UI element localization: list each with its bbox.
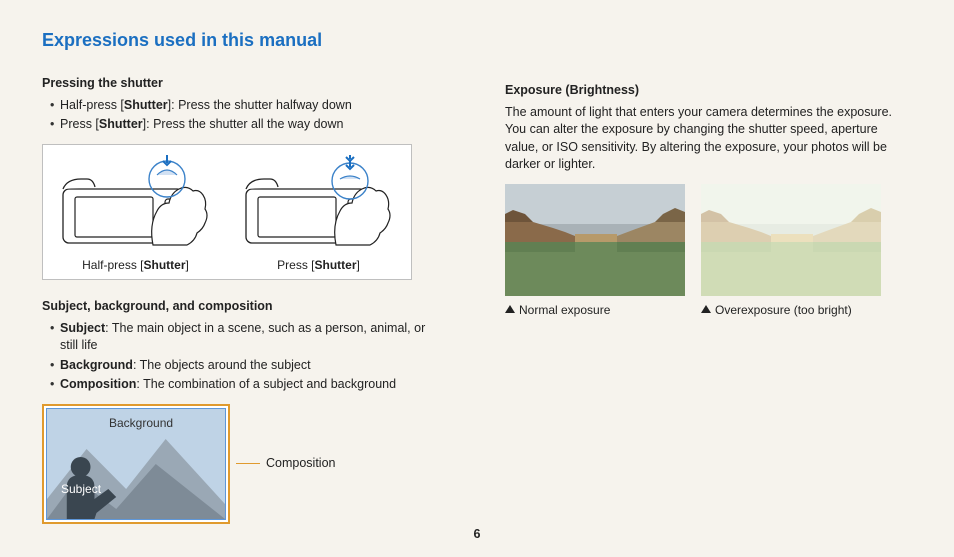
shutter-diagram-frame: Half-press [Shutter] [42, 144, 412, 281]
triangle-up-icon [701, 305, 711, 313]
exposure-paragraph: The amount of light that enters your cam… [505, 104, 908, 174]
subject-label: Subject [61, 481, 101, 498]
camera-full-press-icon [240, 155, 398, 251]
river-photo-over-icon [701, 184, 881, 296]
composition-pointer-line [236, 463, 260, 464]
overexposure-item: Overexposure (too bright) [701, 184, 881, 319]
normal-exposure-photo [505, 184, 685, 296]
shutter-heading: Pressing the shutter [42, 75, 445, 93]
camera-half-press-icon [57, 155, 215, 251]
shutter-bullets: Half-press [Shutter]: Press the shutter … [42, 97, 445, 134]
exposure-photo-row: Normal exposure [505, 184, 908, 319]
normal-exposure-item: Normal exposure [505, 184, 685, 319]
shutter-full-press-figure: Press [Shutter] [240, 155, 398, 274]
background-label: Background [109, 415, 173, 432]
shutter-half-press-caption: Half-press [Shutter] [57, 257, 215, 274]
subject-bullet-2: Background: The objects around the subje… [50, 357, 445, 375]
page-title: Expressions used in this manual [42, 28, 445, 53]
normal-exposure-caption: Normal exposure [505, 302, 685, 319]
shutter-bullet-2: Press [Shutter]: Press the shutter all t… [50, 116, 445, 134]
exposure-heading: Exposure (Brightness) [505, 82, 908, 100]
shutter-half-press-figure: Half-press [Shutter] [57, 155, 215, 274]
overexposure-photo [701, 184, 881, 296]
overexposure-caption: Overexposure (too bright) [701, 302, 881, 319]
right-column: Exposure (Brightness) The amount of ligh… [505, 28, 908, 524]
shutter-full-press-caption: Press [Shutter] [240, 257, 398, 274]
subject-bullet-3: Composition: The combination of a subjec… [50, 376, 445, 394]
subject-bullets: Subject: The main object in a scene, suc… [42, 320, 445, 394]
shutter-bullet-1: Half-press [Shutter]: Press the shutter … [50, 97, 445, 115]
river-photo-normal-icon [505, 184, 685, 296]
subject-bullet-1: Subject: The main object in a scene, suc… [50, 320, 445, 355]
composition-diagram: Background Subject Composition [42, 404, 445, 524]
triangle-up-icon [505, 305, 515, 313]
subject-heading: Subject, background, and composition [42, 298, 445, 316]
page-number: 6 [0, 526, 954, 544]
composition-label: Composition [266, 455, 335, 473]
manual-page: Expressions used in this manual Pressing… [0, 0, 954, 524]
composition-frame: Background Subject [42, 404, 230, 524]
left-column: Expressions used in this manual Pressing… [42, 28, 445, 524]
